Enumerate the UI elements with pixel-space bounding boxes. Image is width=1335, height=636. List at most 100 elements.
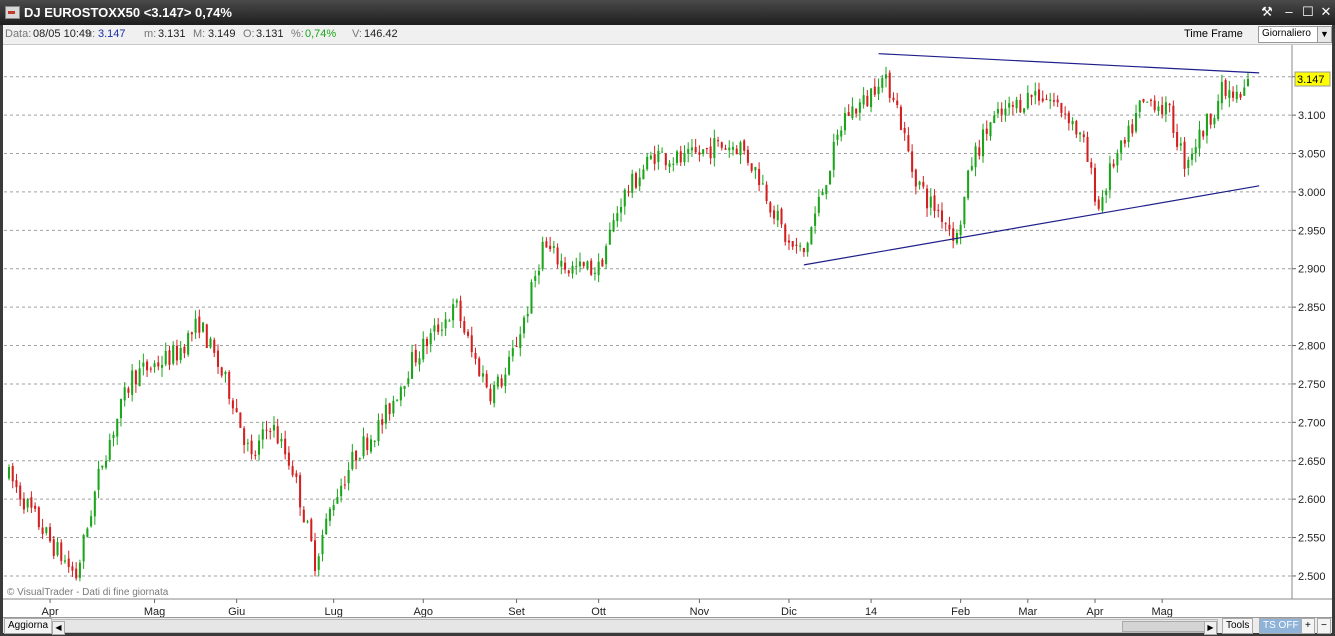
maximize-button[interactable]: ☐ xyxy=(1299,3,1317,21)
candle-body xyxy=(1108,163,1111,191)
open-label: O: xyxy=(243,28,255,40)
candle-body xyxy=(452,304,455,321)
candle-body xyxy=(112,434,115,439)
scrollbar-thumb[interactable] xyxy=(1122,621,1209,632)
candle-body xyxy=(146,361,149,371)
candle-body xyxy=(1112,163,1115,167)
candle-body xyxy=(773,210,776,219)
candle-body xyxy=(1045,99,1048,101)
candle-body xyxy=(888,72,891,98)
volume-label: V: xyxy=(352,28,362,40)
candle-body xyxy=(157,362,160,367)
candle-body xyxy=(49,527,52,542)
x-tick-label: Dic xyxy=(781,606,797,617)
dropdown-arrow-icon[interactable]: ▼ xyxy=(1317,27,1331,42)
close-button[interactable]: ✕ xyxy=(1317,3,1335,21)
chart-area[interactable]: 2.500 2.550 2.600 2.650 2.700 2.750 2.800 2.850… xyxy=(3,45,1332,622)
candle-body xyxy=(724,148,727,150)
pin-icon[interactable]: ⚒ xyxy=(1258,3,1276,21)
candle-body xyxy=(761,183,764,185)
high-label: M: xyxy=(193,28,206,40)
zoom-out-button[interactable]: − xyxy=(1317,618,1331,634)
x-tick-label: Apr xyxy=(1086,606,1103,617)
x-tick-label: Mar xyxy=(1018,606,1037,617)
candle-body xyxy=(34,505,37,509)
candle-body xyxy=(246,442,249,444)
candle-body xyxy=(519,334,522,349)
candle-body xyxy=(944,223,947,225)
window-title: DJ EUROSTOXX50 <3.147> 0,74% xyxy=(24,5,232,20)
aggiorna-button[interactable]: Aggiorna xyxy=(4,618,53,634)
candle-body xyxy=(213,339,216,353)
candle-body xyxy=(575,266,578,268)
candle-body xyxy=(1239,93,1242,98)
candle-body xyxy=(37,507,40,528)
candle-body xyxy=(437,324,440,332)
trendline-lower xyxy=(803,185,1260,266)
candle-body xyxy=(806,243,809,253)
chart-app-icon xyxy=(5,6,20,19)
x-tick-label: Mag xyxy=(1151,606,1172,617)
candle-body xyxy=(560,260,563,267)
y-tick-label: 2.550 xyxy=(1298,533,1326,545)
candle-body xyxy=(552,246,555,248)
candle-body xyxy=(672,163,675,165)
candle-body xyxy=(638,177,641,187)
candle-body xyxy=(1008,103,1011,108)
horizontal-scrollbar[interactable]: ◀ ▶ xyxy=(51,619,1218,635)
candle-body xyxy=(814,213,817,226)
candle-body xyxy=(746,149,749,163)
x-tick-label: Mag xyxy=(144,606,165,617)
candle-body xyxy=(1209,113,1212,125)
candle-body xyxy=(1217,100,1220,120)
candle-body xyxy=(914,169,917,187)
candle-body xyxy=(1131,124,1134,134)
candle-body xyxy=(1086,136,1089,162)
candle-body xyxy=(526,313,529,317)
candle-body xyxy=(705,148,708,150)
candle-body xyxy=(313,540,317,572)
candle-body xyxy=(474,352,477,359)
y-tick-label: 2.850 xyxy=(1298,302,1326,314)
candle-body xyxy=(1179,143,1182,146)
candle-body xyxy=(123,387,126,401)
candle-body xyxy=(325,518,328,535)
candle-body xyxy=(90,516,93,527)
candle-body xyxy=(272,424,275,431)
candle-body xyxy=(269,430,272,432)
tools-button[interactable]: Tools xyxy=(1222,618,1254,634)
candle-body xyxy=(422,338,425,360)
candle-body xyxy=(504,374,507,386)
candle-body xyxy=(840,130,843,137)
candle-body xyxy=(597,261,600,276)
scroll-left-icon[interactable]: ◀ xyxy=(52,621,65,635)
candle-body xyxy=(287,452,290,466)
candlestick-chart[interactable]: 2.500 2.550 2.600 2.650 2.700 2.750 2.800 2.850… xyxy=(3,45,1332,617)
ts-off-button[interactable]: TS OFF xyxy=(1259,618,1303,634)
candle-body xyxy=(336,497,339,504)
candle-body xyxy=(1135,113,1138,132)
candle-body xyxy=(198,316,201,333)
candle-body xyxy=(440,329,443,331)
candle-body xyxy=(940,210,944,222)
candle-body xyxy=(41,527,44,534)
zoom-in-button[interactable]: + xyxy=(1301,618,1315,634)
candle-body xyxy=(982,129,985,157)
candle-body xyxy=(515,345,518,347)
time-frame-select[interactable]: Giornaliero ▼ xyxy=(1258,26,1332,43)
candle-body xyxy=(717,140,720,142)
candle-body xyxy=(175,345,178,361)
minimize-button[interactable]: – xyxy=(1280,3,1298,21)
scroll-right-icon[interactable]: ▶ xyxy=(1204,621,1217,635)
candle-body xyxy=(1023,108,1026,113)
candle-body xyxy=(235,408,238,413)
candle-body xyxy=(627,191,630,193)
candle-body xyxy=(1071,121,1074,125)
candle-body xyxy=(593,272,596,274)
candle-body xyxy=(799,245,802,247)
candle-body xyxy=(153,363,156,368)
candle-body xyxy=(1037,89,1041,101)
x-tick-label: Nov xyxy=(690,606,710,617)
candle-body xyxy=(202,322,205,332)
candle-body xyxy=(1224,80,1227,96)
